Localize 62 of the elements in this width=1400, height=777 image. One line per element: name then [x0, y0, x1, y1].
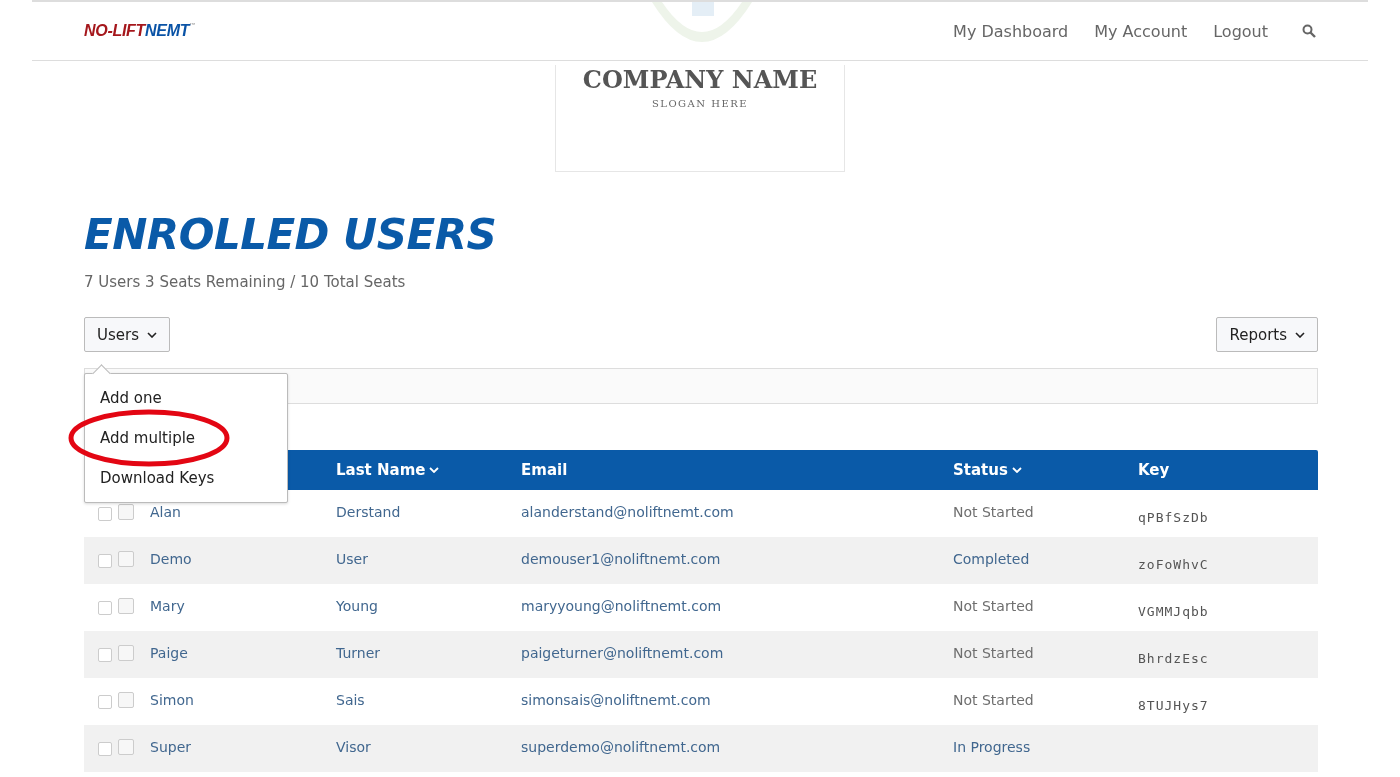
row-checkbox[interactable]: [118, 598, 134, 614]
chevron-down-icon: [147, 331, 157, 338]
key-cell-text: 8TUJHys7: [1138, 698, 1210, 713]
last-name-cell-text: Sais: [336, 692, 366, 708]
status-cell-text: Not Started: [953, 504, 1035, 520]
last-name-cell-text: Visor: [336, 739, 372, 755]
column-header[interactable]: Status: [953, 461, 1138, 479]
key-cell-text: VGMMJqbb: [1138, 604, 1210, 619]
search-icon[interactable]: [1302, 24, 1316, 38]
first-name-cell-text: Demo: [150, 551, 193, 567]
last-name-cell-text: User: [336, 551, 369, 567]
email-cell-text: demouser1@noliftnemt.com: [521, 551, 722, 567]
email-cell-text: superdemo@noliftnemt.com: [521, 739, 722, 755]
chevron-down-icon: [429, 467, 440, 473]
menu-item[interactable]: Add one: [85, 378, 287, 418]
first-name-cell-text: Super: [150, 739, 192, 755]
column-header[interactable]: Email: [521, 461, 953, 479]
row-checkbox[interactable]: [98, 695, 112, 709]
email-cell-text: maryyoung@noliftnemt.com: [521, 598, 723, 614]
nav-link[interactable]: Logout: [1213, 21, 1268, 41]
last-name-cell-text: Turner: [336, 645, 382, 661]
chevron-down-icon: [1011, 467, 1022, 473]
menu-item[interactable]: Add multiple: [85, 418, 287, 458]
status-cell-text: Not Started: [953, 598, 1035, 614]
column-header[interactable]: Key: [1138, 461, 1318, 479]
company-slogan: SLOGAN HERE: [650, 98, 750, 109]
last-name-cell-text: Young: [336, 598, 379, 614]
row-checkbox[interactable]: [118, 692, 134, 708]
users-dropdown-button[interactable]: Users: [84, 317, 170, 352]
key-cell-text: BhrdzEsc: [1138, 651, 1210, 666]
status-link[interactable]: In Progress: [953, 739, 1138, 755]
email-cell-text: paigeturner@noliftnemt.com: [521, 645, 725, 661]
nav-link[interactable]: My Dashboard: [953, 21, 1069, 41]
first-name-cell-text: Alan: [150, 504, 182, 520]
first-name-cell-text: Simon: [150, 692, 195, 708]
menu-item[interactable]: Download Keys: [85, 458, 287, 498]
nav-link[interactable]: My Account: [1094, 21, 1188, 41]
row-checkbox[interactable]: [118, 504, 134, 520]
row-checkbox[interactable]: [98, 554, 112, 568]
status-cell-text: Not Started: [953, 645, 1035, 661]
page-title: ENROLLED USERS: [84, 210, 498, 259]
row-checkbox[interactable]: [98, 648, 112, 662]
row-checkbox[interactable]: [118, 551, 134, 567]
last-name-cell-text: Derstand: [336, 504, 402, 520]
status-link[interactable]: Completed: [953, 551, 1138, 567]
first-name-cell-text: Paige: [150, 645, 189, 661]
reports-dropdown-button[interactable]: Reports: [1216, 317, 1318, 352]
company-name: COMPANY NAME: [581, 65, 819, 94]
column-header[interactable]: Last Name: [336, 461, 521, 479]
email-cell-text: alanderstand@noliftnemt.com: [521, 504, 735, 520]
key-cell-text: qPBfSzDb: [1138, 510, 1210, 525]
email-cell-text: simonsais@noliftnemt.com: [521, 692, 712, 708]
row-checkbox[interactable]: [98, 601, 112, 615]
first-name-cell-text: Mary: [150, 598, 186, 614]
chevron-down-icon: [1295, 331, 1305, 338]
row-checkbox[interactable]: [118, 739, 134, 755]
key-cell-text: zoFoWhvC: [1138, 557, 1210, 572]
row-checkbox[interactable]: [118, 645, 134, 661]
seat-summary: 7 Users 3 Seats Remaining / 10 Total Seats: [84, 273, 407, 291]
status-cell-text: Not Started: [953, 692, 1035, 708]
row-checkbox[interactable]: [98, 507, 112, 521]
row-checkbox[interactable]: [98, 742, 112, 756]
